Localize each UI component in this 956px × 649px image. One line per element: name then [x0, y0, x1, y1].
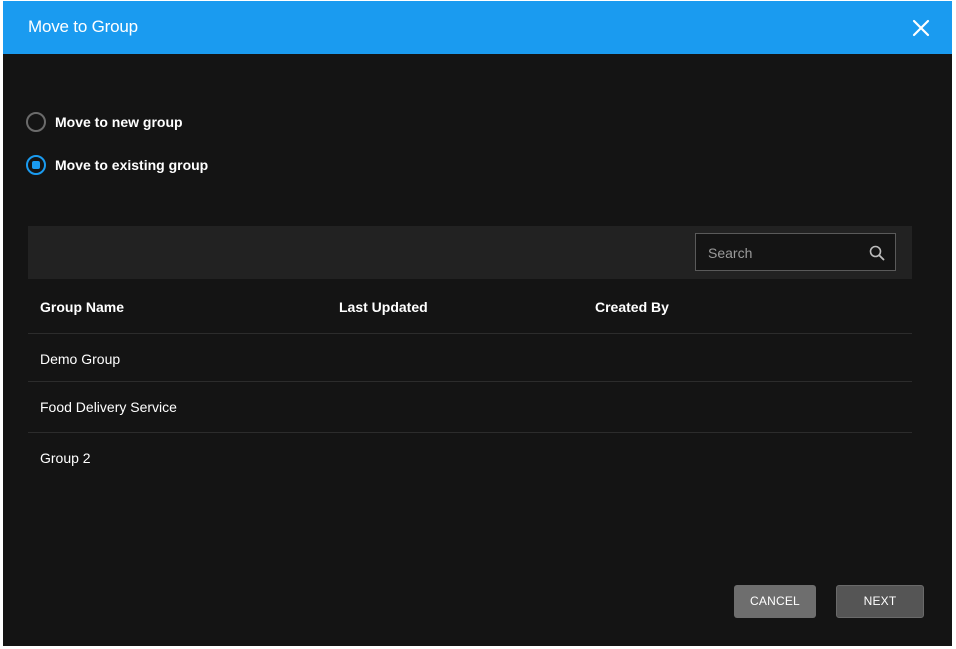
group-name-cell: Group 2: [40, 450, 91, 466]
column-header-group-name[interactable]: Group Name: [40, 299, 124, 315]
radio-label-existing-group: Move to existing group: [55, 157, 209, 173]
next-button[interactable]: NEXT: [836, 585, 924, 618]
radio-button-new-group[interactable]: [26, 112, 46, 132]
table-row[interactable]: Food Delivery Service: [28, 382, 912, 433]
radio-selected-dot: [32, 161, 40, 169]
dialog-title: Move to Group: [28, 17, 138, 36]
table-toolbar: [28, 226, 912, 279]
radio-option-new-group[interactable]: Move to new group: [26, 111, 183, 133]
column-header-last-updated[interactable]: Last Updated: [339, 299, 428, 315]
search-icon[interactable]: [869, 245, 885, 261]
table-row[interactable]: Demo Group: [28, 334, 912, 382]
column-header-created-by[interactable]: Created By: [595, 299, 669, 315]
radio-button-existing-group[interactable]: [26, 155, 46, 175]
search-box[interactable]: [695, 233, 896, 272]
cancel-button[interactable]: CANCEL: [734, 585, 816, 618]
dialog-header: Move to Group: [3, 1, 952, 54]
group-name-cell: Demo Group: [40, 351, 121, 367]
table-header: Group Name Last Updated Created By: [28, 280, 912, 334]
radio-label-new-group: Move to new group: [55, 114, 183, 130]
search-input[interactable]: [706, 234, 860, 272]
group-name-cell: Food Delivery Service: [40, 399, 177, 415]
move-to-group-dialog: Move to Group Move to new group Move to …: [3, 1, 952, 646]
table-row[interactable]: Group 2: [28, 433, 912, 483]
groups-table: Group Name Last Updated Created By Demo …: [28, 280, 912, 483]
close-icon[interactable]: [910, 17, 932, 39]
radio-option-existing-group[interactable]: Move to existing group: [26, 154, 208, 176]
